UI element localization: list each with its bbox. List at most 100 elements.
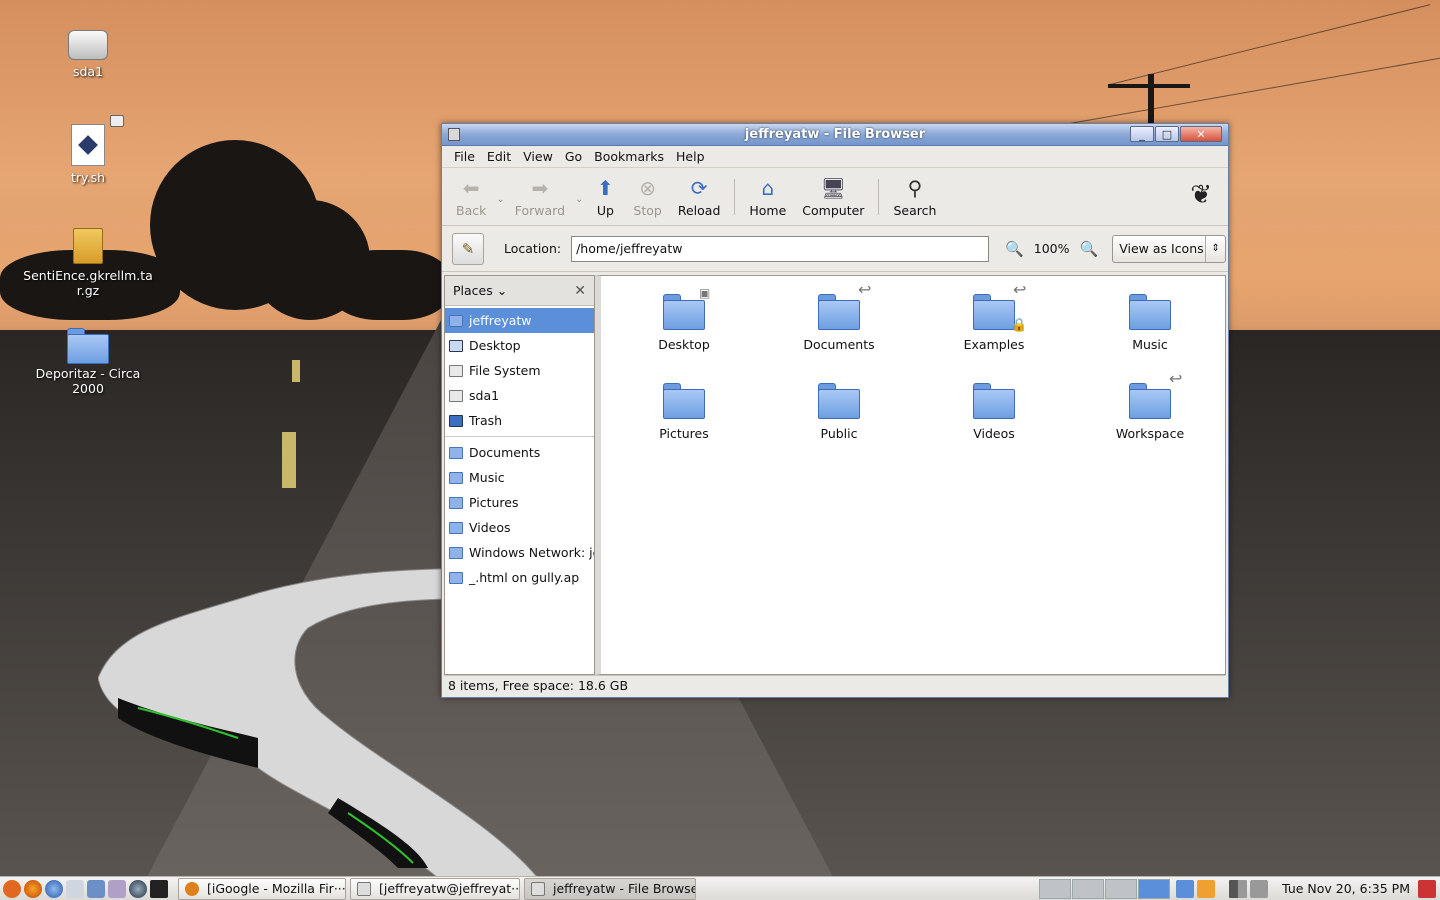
power-icon[interactable] xyxy=(1418,879,1436,898)
clock[interactable]: Tue Nov 20, 6:35 PM xyxy=(1282,881,1410,896)
home-label: Home xyxy=(749,202,787,218)
desktop-icon-label: try.sh xyxy=(70,170,106,185)
sidebar-item-label: Desktop xyxy=(469,338,521,353)
sidebar-bookmark-music[interactable]: Music xyxy=(445,465,594,490)
sidebar-item-file-system[interactable]: File System xyxy=(445,358,594,383)
sidebar-divider xyxy=(445,436,594,437)
folder-icon xyxy=(67,328,109,364)
file-item-examples[interactable]: ↩ 🔒 Examples xyxy=(929,280,1059,352)
workspace-2[interactable] xyxy=(1072,878,1105,899)
notification-icon[interactable] xyxy=(1176,879,1195,898)
window-menu-icon[interactable] xyxy=(448,128,460,141)
sidebar-item-label: Documents xyxy=(469,445,541,460)
toggle-location-button[interactable]: ✎ xyxy=(452,232,484,265)
reload-button[interactable]: ⟳ Reload xyxy=(670,170,729,224)
update-icon[interactable] xyxy=(1197,879,1216,898)
task-label: jeffreyatw - File Browser xyxy=(553,881,696,896)
sidebar-bookmark-pictures[interactable]: Pictures xyxy=(445,490,594,515)
zoom-out-icon[interactable]: 🔍 xyxy=(1005,240,1024,258)
menu-help[interactable]: Help xyxy=(670,149,711,164)
sidebar-item-label: jeffreyatw xyxy=(469,313,532,328)
stop-icon: ⊗ xyxy=(639,175,656,200)
drive-icon xyxy=(449,389,463,402)
stop-button[interactable]: ⊗ Stop xyxy=(625,170,669,224)
up-button[interactable]: ⬆ Up xyxy=(585,170,625,224)
sidebar-item-trash[interactable]: Trash xyxy=(445,408,594,433)
sidebar-item-jeffreyatw[interactable]: jeffreyatw xyxy=(445,308,594,333)
desktop-emblem-icon: ▣ xyxy=(699,286,711,300)
maximize-button[interactable]: □ xyxy=(1155,126,1179,142)
file-icon-view[interactable]: ▣ Desktop ↩ Documents ↩ 🔒 Examples Music… xyxy=(595,275,1226,675)
zoom-level[interactable]: 100% xyxy=(1034,241,1070,256)
media-launcher-icon[interactable] xyxy=(129,879,147,898)
menu-edit[interactable]: Edit xyxy=(481,149,517,164)
terminal-icon xyxy=(357,881,371,896)
home-launcher-icon[interactable] xyxy=(87,879,105,898)
file-label: Documents xyxy=(803,337,875,352)
back-history-dropdown[interactable]: ⌄ xyxy=(496,194,504,205)
terminal-launcher-icon[interactable] xyxy=(150,879,168,898)
workspace-3[interactable] xyxy=(1105,878,1138,899)
minimize-button[interactable]: _ xyxy=(1130,126,1154,142)
places-dropdown[interactable]: Places ⌄ xyxy=(453,283,507,298)
close-button[interactable]: ✕ xyxy=(1180,126,1222,142)
task-file-browser[interactable]: jeffreyatw - File Browser xyxy=(524,877,696,900)
sidebar-bookmark-documents[interactable]: Documents xyxy=(445,440,594,465)
search-button[interactable]: ⚲ Search xyxy=(885,170,944,224)
menu-view[interactable]: View xyxy=(517,149,559,164)
settings-launcher-icon[interactable] xyxy=(108,879,126,898)
close-sidebar-icon[interactable]: ✕ xyxy=(574,283,586,299)
sidebar-item-sda1[interactable]: sda1 xyxy=(445,383,594,408)
forward-history-dropdown[interactable]: ⌄ xyxy=(575,194,583,205)
sidebar: Places ⌄ ✕ jeffreyatw Desktop File Syste… xyxy=(444,275,595,675)
ubuntu-menu-icon[interactable] xyxy=(3,879,21,898)
folder-icon xyxy=(1129,383,1171,419)
firefox-launcher-icon[interactable] xyxy=(24,879,42,898)
file-item-public[interactable]: Public xyxy=(774,383,904,441)
file-item-videos[interactable]: Videos xyxy=(929,383,1059,441)
forward-button[interactable]: ➡ Forward xyxy=(507,170,573,224)
folder-icon xyxy=(973,294,1015,330)
zoom-in-icon[interactable]: 🔍 xyxy=(1080,240,1099,258)
sidebar-bookmark-windows-network[interactable]: Windows Network: jeff xyxy=(445,540,594,565)
computer-button[interactable]: 🖥 Computer xyxy=(794,170,872,224)
menu-file[interactable]: File xyxy=(448,149,481,164)
desktop-icon-archive[interactable]: SentiEnce.gkrellm.tar.gz xyxy=(18,228,158,298)
sidebar-item-desktop[interactable]: Desktop xyxy=(445,333,594,358)
script-icon xyxy=(71,115,124,166)
home-button[interactable]: ⌂ Home xyxy=(741,170,794,224)
sidebar-bookmark-remote[interactable]: _.html on gully.ap xyxy=(445,565,594,590)
workspace-1[interactable] xyxy=(1039,878,1072,899)
title-bar[interactable]: jeffreyatw - File Browser _ □ ✕ xyxy=(442,124,1228,146)
symlink-emblem-icon: ↩ xyxy=(858,280,872,299)
desktop-icon-try-sh[interactable]: try.sh xyxy=(18,115,158,185)
road-stripe xyxy=(292,360,300,382)
back-button[interactable]: ⬅ Back xyxy=(448,170,494,224)
file-item-music[interactable]: Music xyxy=(1085,294,1215,352)
file-item-workspace[interactable]: ↩ Workspace xyxy=(1085,369,1215,441)
sidebar-bookmark-videos[interactable]: Videos xyxy=(445,515,594,540)
status-bar: 8 items, Free space: 18.6 GB xyxy=(444,675,1226,695)
back-label: Back xyxy=(456,202,487,218)
network-launcher-icon[interactable] xyxy=(66,879,84,898)
folder-icon xyxy=(449,546,463,559)
view-mode-select[interactable]: View as Icons ⇕ xyxy=(1112,234,1227,263)
volume-icon[interactable] xyxy=(1250,879,1269,898)
trash-icon xyxy=(449,414,463,427)
thunderbird-launcher-icon[interactable] xyxy=(45,879,63,898)
workspace-4[interactable] xyxy=(1138,878,1171,899)
desktop-icon-folder[interactable]: Deporitaz - Circa 2000 xyxy=(18,328,158,396)
home-folder-icon xyxy=(449,314,463,327)
location-input[interactable]: /home/jeffreyatw xyxy=(571,235,990,262)
file-item-desktop[interactable]: ▣ Desktop xyxy=(619,286,749,352)
menu-go[interactable]: Go xyxy=(559,149,588,164)
network-signal-icon[interactable] xyxy=(1229,879,1248,898)
desktop-icon-sda1[interactable]: sda1 xyxy=(18,30,158,79)
task-terminal[interactable]: [jeffreyatw@jeffreyat··· xyxy=(350,877,520,900)
file-item-pictures[interactable]: Pictures xyxy=(619,383,749,441)
task-firefox[interactable]: [iGoogle - Mozilla Fir··· xyxy=(178,877,346,900)
folder-icon xyxy=(449,446,463,459)
file-item-documents[interactable]: ↩ Documents xyxy=(774,280,904,352)
up-label: Up xyxy=(596,202,614,218)
menu-bookmarks[interactable]: Bookmarks xyxy=(588,149,670,164)
